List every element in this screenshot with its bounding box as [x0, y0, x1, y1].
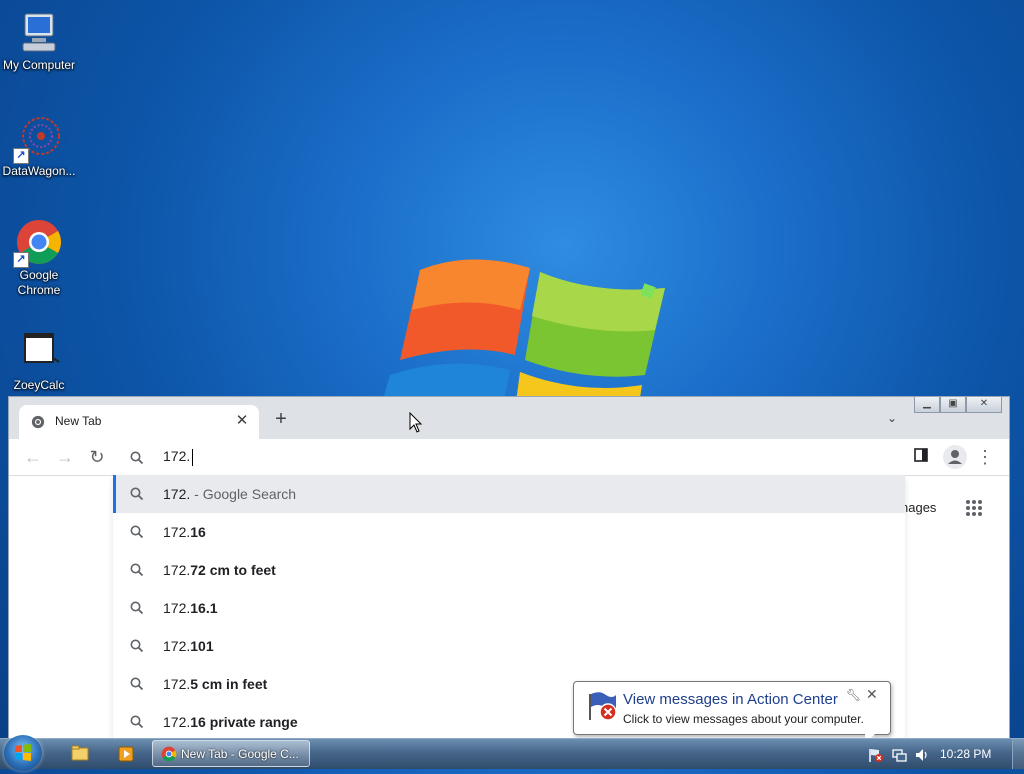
search-icon [130, 601, 144, 615]
windows-logo-wallpaper [380, 259, 665, 410]
back-arrow-icon[interactable]: ← [23, 447, 43, 467]
network-icon[interactable] [891, 747, 907, 763]
shortcut-arrow-icon: ↗ [13, 148, 29, 164]
computer-icon [15, 8, 63, 56]
search-icon [130, 715, 144, 729]
zoeycalc-icon [15, 328, 63, 376]
desktop-icon-datawagon[interactable]: ↗ DataWagon... [0, 114, 78, 179]
suggestion-prefix: 172. [163, 714, 191, 730]
search-icon [130, 563, 144, 577]
media-player-icon [118, 746, 134, 762]
suggestion-prefix: 172. [163, 676, 191, 692]
desktop-icon-google-chrome[interactable]: ↗ Google Chrome [0, 218, 78, 298]
apps-grid-icon[interactable] [965, 499, 983, 517]
show-desktop-button[interactable] [1012, 739, 1024, 769]
suggestion-text: 172.101 [163, 638, 214, 654]
address-input[interactable]: 172. [163, 448, 763, 468]
suggestion-prefix: 172. [163, 486, 191, 502]
text-caret [192, 449, 193, 466]
images-link[interactable]: nages [901, 500, 936, 515]
suggestion-text: 172.16 private range [163, 714, 298, 730]
action-center-notification[interactable]: View messages in Action Center Click to … [573, 681, 891, 735]
suggestion-item[interactable]: 172.16 [113, 513, 905, 551]
side-panel-icon[interactable] [911, 447, 931, 467]
media-player-taskbar-button[interactable] [106, 741, 146, 767]
chrome-title-bar[interactable]: ▁ ▣ ✕ New Tab ✕ + ⌄ [9, 397, 1009, 439]
mouse-cursor-icon [409, 412, 423, 433]
tab-close-icon[interactable]: ✕ [233, 412, 251, 430]
datawagon-icon: ↗ [13, 114, 63, 164]
suggestion-text: 172.16.1 [163, 600, 218, 616]
suggestion-prefix: 172. [163, 600, 191, 616]
volume-icon[interactable] [914, 747, 930, 763]
tab-new-tab[interactable]: New Tab ✕ [19, 405, 259, 439]
system-clock[interactable]: 10:28 PM [940, 747, 991, 761]
chrome-favicon-icon [31, 415, 45, 429]
folder-icon [71, 745, 89, 761]
browser-toolbar: ← → ↻ 172. ⋮ [9, 439, 1009, 477]
tab-search-chevron-icon[interactable]: ⌄ [883, 411, 901, 429]
notification-text: Click to view messages about your comput… [623, 712, 864, 726]
close-window-button[interactable]: ✕ [966, 397, 1002, 413]
notification-title[interactable]: View messages in Action Center [623, 691, 838, 708]
start-button[interactable] [4, 735, 42, 771]
suggestion-item[interactable]: 172.101 [113, 627, 905, 665]
suggestion-completion: 72 cm to feet [190, 562, 276, 578]
search-icon [130, 639, 144, 653]
search-icon [130, 487, 144, 501]
desktop-icon-label: Google Chrome [17, 268, 61, 297]
search-icon [130, 451, 144, 465]
desktop-icon-label: My Computer [2, 58, 76, 72]
suggestion-text: 172. - Google Search [163, 486, 296, 502]
desktop-icon-zoeycalc[interactable]: ZoeyCalc [0, 328, 78, 393]
chrome-icon [161, 746, 177, 762]
minimize-button[interactable]: ▁ [914, 397, 940, 413]
wrench-icon[interactable]: 🔧︎ [846, 688, 861, 702]
maximize-button[interactable]: ▣ [940, 397, 966, 413]
taskbar: New Tab - Google C... 10:28 PM [0, 735, 1024, 771]
action-center-tray-icon[interactable] [868, 747, 884, 763]
taskbar-button-label: New Tab - Google C... [181, 747, 299, 761]
suggestion-prefix: 172. [163, 524, 191, 540]
suggestion-prefix: 172. [163, 562, 191, 578]
more-menu-icon[interactable]: ⋮ [975, 447, 995, 467]
profile-avatar-icon[interactable] [943, 445, 967, 469]
shortcut-arrow-icon: ↗ [13, 252, 29, 268]
reload-icon[interactable]: ↻ [87, 447, 107, 467]
suggestion-description: - Google Search [190, 486, 297, 502]
notification-close-icon[interactable]: ✕ [866, 686, 878, 703]
suggestion-completion: 16 [190, 524, 206, 540]
forward-arrow-icon[interactable]: → [55, 447, 75, 467]
desktop-icon-label: DataWagon... [2, 164, 76, 178]
suggestion-completion: 101 [190, 638, 214, 654]
suggestion-text: 172.16 [163, 524, 206, 540]
suggestion-prefix: 172. [163, 638, 191, 654]
suggestion-completion: 16 private range [190, 714, 298, 730]
suggestion-item[interactable]: 172.72 cm to feet [113, 551, 905, 589]
suggestion-completion: 16.1 [190, 600, 218, 616]
desktop-icon-my-computer[interactable]: My Computer [0, 8, 78, 73]
desktop-icon-label: ZoeyCalc [13, 378, 65, 392]
suggestion-completion: 5 cm in feet [190, 676, 268, 692]
suggestion-text: 172.5 cm in feet [163, 676, 267, 692]
suggestion-item[interactable]: 172. - Google Search [113, 475, 905, 513]
chrome-icon: ↗ [13, 218, 63, 268]
suggestion-item[interactable]: 172.16.1 [113, 589, 905, 627]
search-icon [130, 525, 144, 539]
explorer-taskbar-button[interactable] [60, 741, 100, 767]
suggestion-text: 172.72 cm to feet [163, 562, 276, 578]
tab-title: New Tab [55, 414, 102, 428]
search-icon [130, 677, 144, 691]
new-tab-button[interactable]: + [271, 409, 291, 430]
omnibox[interactable]: 172. [113, 439, 905, 477]
chrome-taskbar-button[interactable]: New Tab - Google C... [152, 740, 310, 767]
action-center-flag-icon [589, 692, 617, 721]
